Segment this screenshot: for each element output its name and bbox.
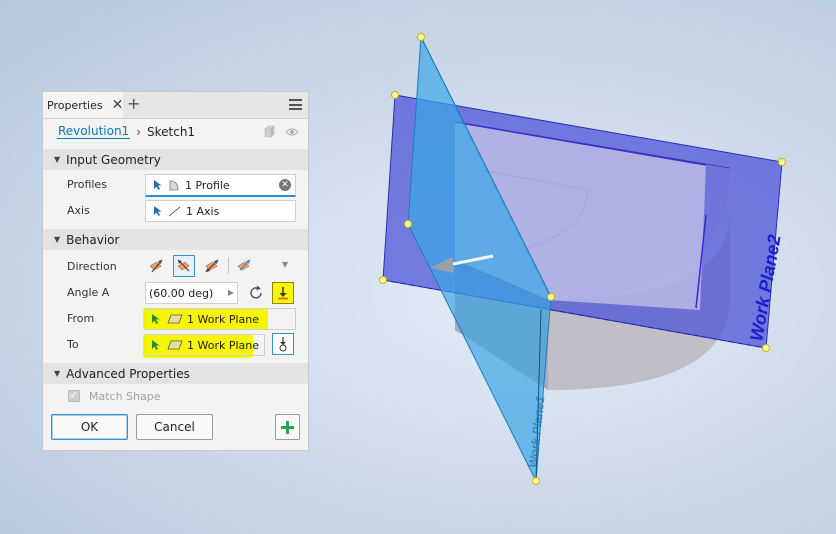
breadcrumb-sketch1: Sketch1	[147, 124, 196, 139]
work-plane-icon	[167, 340, 183, 350]
from-selector[interactable]: 1 Work Plane	[145, 308, 296, 330]
to-value: 1 Work Plane	[187, 338, 260, 352]
angle-flyout-icon[interactable]: ▶	[228, 288, 234, 297]
profiles-selector[interactable]: 1 Profile ✕	[145, 174, 296, 197]
properties-panel: Properties ✕ + Revolution1 › Sketch1 ▼ I…	[42, 91, 309, 451]
section-behavior[interactable]: ▼ Behavior	[43, 229, 308, 250]
section-title: Behavior	[66, 232, 120, 247]
caret-down-icon: ▼	[54, 155, 61, 164]
direction-default-icon	[149, 259, 163, 273]
direction-flipped-icon	[177, 259, 190, 272]
closest-face-icon	[279, 337, 287, 352]
cursor-arrow-icon	[154, 206, 162, 216]
axis-label: Axis	[67, 204, 90, 217]
section-advanced-properties[interactable]: ▼ Advanced Properties	[43, 363, 308, 384]
direction-default-button[interactable]	[145, 255, 167, 277]
to-selector[interactable]: 1 Work Plane	[145, 334, 265, 356]
section-input-geometry[interactable]: ▼ Input Geometry	[43, 149, 308, 170]
to-closest-face-button[interactable]	[272, 333, 294, 355]
profile-icon	[169, 180, 179, 191]
breadcrumb: Revolution1 › Sketch1	[57, 124, 195, 139]
close-icon[interactable]: ✕	[112, 98, 124, 112]
section-title: Input Geometry	[66, 152, 161, 167]
match-shape-checkbox[interactable]: ✓	[68, 390, 80, 402]
direction-flipped-button[interactable]	[173, 255, 195, 277]
ok-button[interactable]: OK	[51, 414, 128, 440]
from-value: 1 Work Plane	[187, 312, 260, 326]
cube-icon[interactable]	[263, 125, 276, 138]
angle-direction-button[interactable]	[272, 282, 294, 304]
apply-plus-button[interactable]	[275, 414, 300, 440]
header-icons	[263, 125, 299, 138]
add-tab-icon[interactable]: +	[127, 96, 140, 112]
angle-label: Angle A	[67, 286, 110, 299]
axis-line-icon	[168, 206, 181, 217]
to-label: To	[67, 338, 79, 351]
cancel-button[interactable]: Cancel	[136, 414, 213, 440]
chevron-right-icon: ›	[136, 124, 141, 139]
checkmark-icon: ✓	[69, 390, 79, 401]
cursor-arrow-icon	[152, 314, 160, 324]
section-title: Advanced Properties	[66, 366, 190, 381]
cursor-arrow-icon	[152, 340, 160, 350]
axis-selector[interactable]: 1 Axis	[145, 200, 296, 222]
panel-tab-bar: Properties ✕ +	[43, 92, 308, 119]
angle-input[interactable]: (60.00 deg) ▶	[145, 282, 238, 304]
direction-asymmetric-icon	[237, 259, 251, 271]
cursor-arrow-icon	[154, 180, 162, 190]
profiles-value: 1 Profile	[185, 178, 230, 192]
direction-symmetric-icon	[205, 259, 219, 273]
direction-dropdown-icon[interactable]: ▼	[282, 260, 288, 269]
tab-properties[interactable]: Properties ✕	[43, 92, 123, 118]
plus-icon	[281, 420, 294, 434]
match-shape-label: Match Shape	[89, 390, 161, 403]
arrow-down-to-line-icon	[278, 287, 288, 300]
rotate-icon[interactable]	[247, 284, 265, 302]
tab-label: Properties	[47, 98, 103, 112]
direction-asymmetric-button[interactable]	[233, 255, 255, 277]
direction-symmetric-button[interactable]	[201, 255, 223, 277]
eye-icon[interactable]	[285, 127, 299, 137]
breadcrumb-revolution1[interactable]: Revolution1	[57, 124, 131, 139]
toolbar-divider	[228, 258, 229, 274]
from-label: From	[67, 312, 95, 325]
direction-label: Direction	[67, 260, 117, 273]
angle-value: (60.00 deg)	[149, 286, 214, 300]
profiles-label: Profiles	[67, 178, 107, 191]
clear-selection-icon[interactable]: ✕	[279, 179, 291, 191]
axis-value: 1 Axis	[186, 204, 220, 218]
caret-down-icon: ▼	[54, 235, 61, 244]
hamburger-menu-icon[interactable]	[289, 99, 302, 110]
caret-down-icon: ▼	[54, 369, 61, 378]
work-plane-icon	[167, 314, 183, 324]
